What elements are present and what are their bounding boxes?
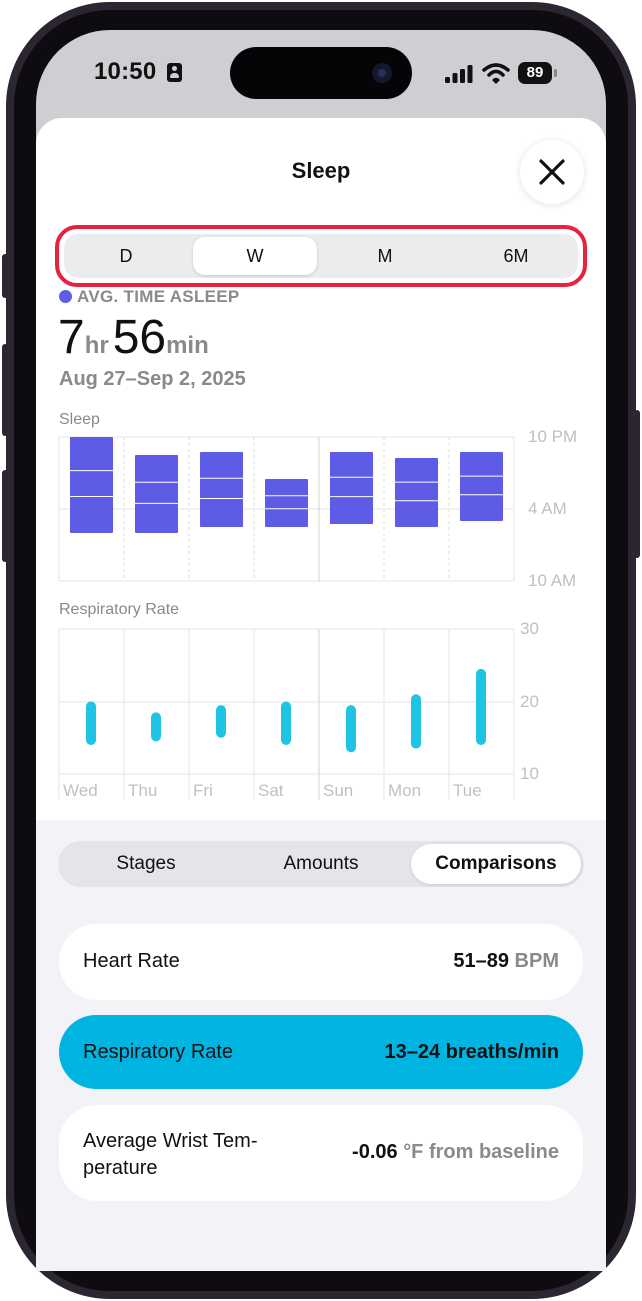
tab-amounts[interactable]: Amounts: [236, 844, 406, 884]
day-label-sun: Sun: [323, 781, 354, 800]
heart-rate-label: Heart Rate: [83, 950, 180, 972]
respiratory-rate-card[interactable]: Respiratory Rate 13–24 breaths/min: [59, 1015, 583, 1089]
resp-bar-sat: [281, 701, 291, 745]
heart-rate-value: 51–89 BPM: [453, 950, 559, 973]
day-label-thu: Thu: [128, 781, 158, 800]
respiratory-rate-label: Respiratory Rate: [83, 1041, 234, 1063]
heart-rate-unit: BPM: [514, 950, 559, 972]
wrist-temperature-value: -0.06 °F from baseline: [352, 1141, 559, 1164]
resp-y-tick-10: 10: [520, 764, 539, 783]
tab-comparisons[interactable]: Comparisons: [411, 844, 581, 884]
day-label-sat: Sat: [258, 781, 284, 800]
resp-y-tick-30: 30: [520, 619, 539, 638]
wrist-temperature-unit: °F from baseline: [403, 1141, 559, 1163]
wrist-temperature-delta: -0.06: [352, 1141, 398, 1163]
resp-bar-mon: [411, 694, 421, 749]
resp-bar-wed: [86, 701, 96, 745]
respiratory-rate-value: 13–24 breaths/min: [384, 1041, 559, 1063]
wrist-temperature-card[interactable]: Average Wrist Tem- perature -0.06 °F fro…: [59, 1105, 583, 1201]
day-label-fri: Fri: [193, 781, 213, 800]
view-tabs: Stages Amounts Comparisons: [58, 841, 584, 887]
heart-rate-range: 51–89: [453, 950, 509, 972]
wrist-temperature-label: Average Wrist Tem- perature: [83, 1130, 258, 1179]
resp-bar-sun: [346, 705, 356, 753]
respiratory-chart: [58, 628, 515, 800]
resp-bar-thu: [151, 712, 161, 742]
day-label-mon: Mon: [388, 781, 422, 800]
tab-stages[interactable]: Stages: [61, 844, 231, 884]
resp-y-tick-20: 20: [520, 692, 539, 711]
heart-rate-card[interactable]: Heart Rate 51–89 BPM: [59, 924, 583, 1000]
resp-bar-tue: [476, 668, 486, 745]
day-label-tue: Tue: [453, 781, 482, 800]
day-label-wed: Wed: [63, 781, 98, 800]
resp-bar-fri: [216, 705, 226, 738]
